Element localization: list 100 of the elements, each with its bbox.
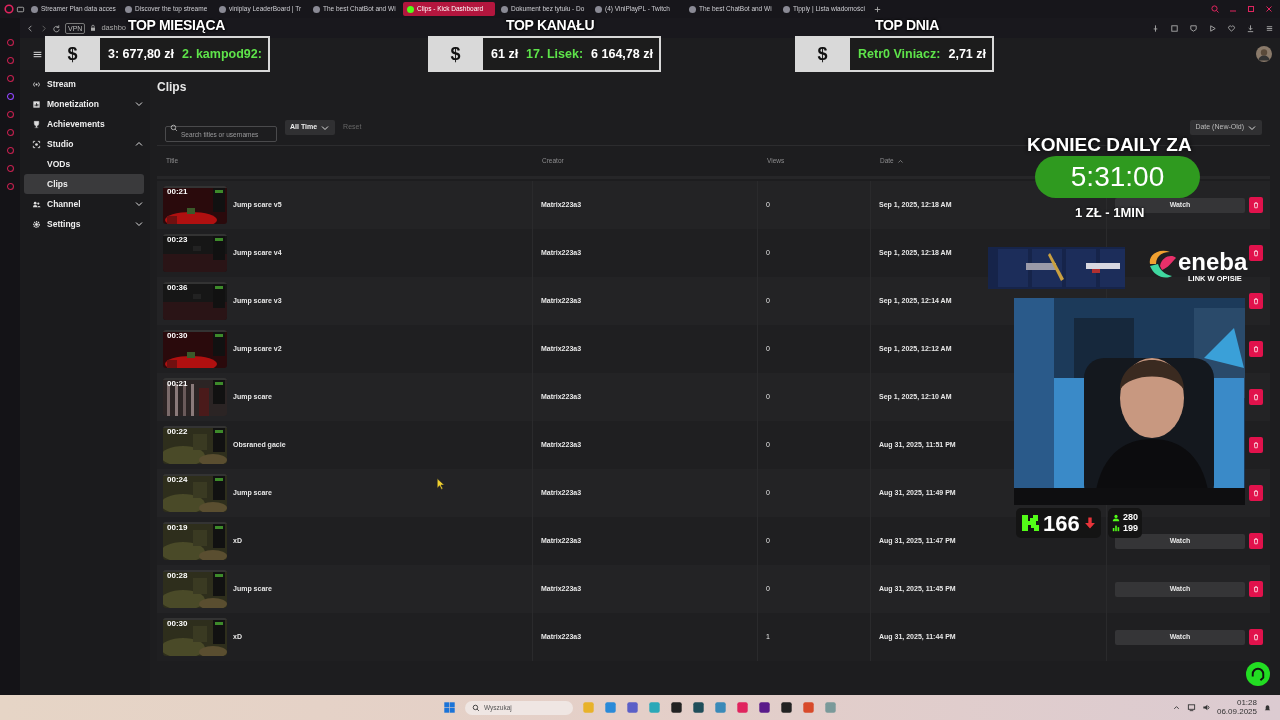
duration-label: 00:21 [167,188,188,196]
menu-icon[interactable] [1265,23,1274,33]
download-icon[interactable] [1246,23,1255,33]
trash-icon [1252,633,1260,641]
favicon-icon [595,5,602,13]
delete-button[interactable] [1249,629,1263,645]
trash-icon [1252,393,1260,401]
favicon-icon [407,5,414,13]
circle-icon[interactable] [5,92,15,101]
delete-button[interactable] [1249,533,1263,549]
pin-icon[interactable] [1151,23,1160,33]
duration-label: 00:21 [167,380,188,388]
sidebar-item[interactable]: Settings [24,214,144,234]
countdown-timer: 5:31:00 [1035,156,1200,198]
back-icon[interactable] [26,23,35,33]
maximize-icon[interactable] [1246,4,1256,14]
heart-icon[interactable] [1227,23,1236,33]
duration-label: 00:23 [167,236,188,244]
app-icon[interactable] [780,701,793,714]
taskbar-clock[interactable]: 01:28 06.09.2025 [1216,698,1257,717]
viewer-count: 166 [1043,509,1080,538]
favicon-icon [783,5,790,13]
search-icon[interactable] [1210,4,1220,14]
favicon-icon [125,5,132,13]
shield-icon[interactable] [1189,23,1198,33]
headset-button[interactable] [1246,662,1270,686]
favicon-icon [689,5,696,13]
new-tab-icon[interactable] [873,4,882,14]
duration-label: 00:30 [167,620,188,628]
circle-icon[interactable] [5,38,15,47]
donation-amount: 3: 677,80 zł [108,45,174,63]
delete-button[interactable] [1249,581,1263,597]
trash-icon [1252,297,1260,305]
bar-chart-icon [1112,524,1120,533]
delete-button[interactable] [1249,389,1263,405]
delete-button[interactable] [1249,437,1263,453]
trophy-icon [32,119,41,129]
sidebar-item[interactable]: Studio [24,134,144,154]
close-icon[interactable] [1264,4,1274,14]
trash-icon [1252,345,1260,353]
chevron-down-icon [134,99,144,109]
trash-icon [1252,201,1260,209]
circle-icon[interactable] [5,74,15,83]
sidebar-item[interactable]: Stream [24,74,144,94]
clock-time: 01:28 [1235,698,1257,708]
overlay-heading: TOP KANAŁU [506,16,595,35]
delete-button[interactable] [1249,197,1263,213]
search-icon [472,703,480,712]
delete-button[interactable] [1249,485,1263,501]
favicon-icon [219,5,226,13]
sidebar-item[interactable]: Monetization [24,94,144,114]
chart-icon [32,99,41,109]
play-icon[interactable] [1208,23,1217,33]
clock-date: 06.09.2025 [1216,707,1257,717]
circle-icon[interactable] [5,164,15,173]
people-icon [32,199,41,209]
donor-name: Retr0 Viniacz: [858,45,941,63]
sidebar-item[interactable]: VODs [24,154,144,174]
square-icon[interactable] [1170,23,1179,33]
circle-icon[interactable] [5,128,15,137]
sidebar-item[interactable]: Clips [24,174,144,194]
forward-icon[interactable] [39,23,48,33]
donation-amount: 6 164,78 zł [591,45,653,63]
monitor-icon[interactable] [1186,702,1196,712]
tabs-icon[interactable] [16,4,25,14]
page-title: Clips [157,79,188,94]
delete-button[interactable] [1249,341,1263,357]
opera-logo-icon[interactable] [4,4,14,14]
circle-icon[interactable] [5,56,15,65]
reload-icon[interactable] [52,23,61,33]
delete-button[interactable] [1249,245,1263,261]
windows-logo-icon[interactable] [443,701,456,714]
app-icon[interactable] [670,701,683,714]
sidebar-item[interactable]: Achievements [24,114,144,134]
person-icon [1112,513,1120,522]
favicon-icon [501,5,508,13]
bell-icon[interactable] [1263,702,1272,712]
delete-button[interactable] [1249,293,1263,309]
cursor-icon [436,478,448,490]
favicon-icon [31,5,38,13]
donor-name: 2. kampod92: [182,45,262,63]
duration-label: 00:22 [167,428,188,436]
sponsor-name: eneba [1178,250,1248,274]
circle-icon[interactable] [5,146,15,155]
sidebar-item[interactable]: Channel [24,194,144,214]
donation-amount: 61 zł [491,45,519,63]
duration-label: 00:30 [167,332,188,340]
overlay-heading: TOP MIESIĄCA [128,16,225,35]
duration-label: 00:19 [167,524,188,532]
timer-heading: KONIEC DAILY ZA [1027,133,1192,157]
app-icon[interactable] [692,701,705,714]
circle-icon[interactable] [5,110,15,119]
focus-icon [32,139,41,149]
circle-icon[interactable] [5,182,15,191]
trash-icon [1252,585,1260,593]
dollar-sign: $ [428,36,483,72]
gear-icon [32,219,41,229]
lock-icon [89,24,98,32]
avatar-icon[interactable] [1256,46,1272,62]
app-icon[interactable] [758,701,771,714]
